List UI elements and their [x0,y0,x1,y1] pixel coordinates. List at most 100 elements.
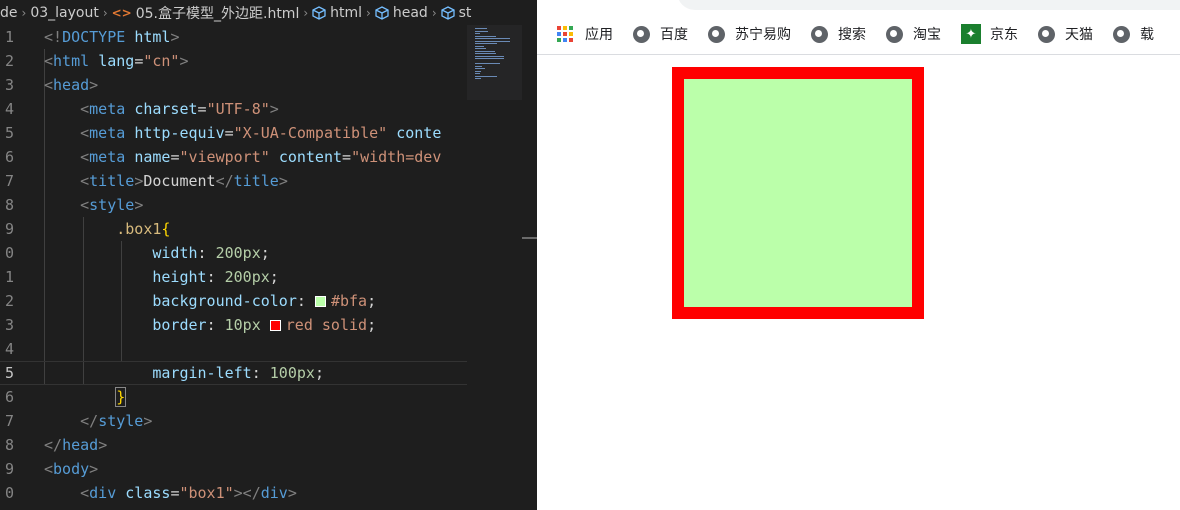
code-token: { [161,220,171,238]
code-line[interactable]: 8 <style> [0,193,467,217]
code-line[interactable]: 2 background-color: #bfa; [0,289,467,313]
line-text: <div class="box1"></div> [44,481,297,505]
line-number: 5 [4,364,14,382]
code-token: > [98,436,108,454]
code-line[interactable]: 1 </body> [0,505,467,510]
minimap-line [475,55,504,57]
code-token: http-equiv [134,124,225,142]
minimap-line [475,68,485,69]
breadcrumb-item[interactable]: <> 05.盒子模型_外边距.html [112,3,300,23]
breadcrumb-label: head [392,4,428,21]
code-token: > [287,484,297,502]
bookmark-item[interactable]: 淘宝 [886,14,941,54]
page-viewport [537,55,1180,510]
code-token: head [62,436,99,454]
code-line[interactable]: 1 <!DOCTYPE html> [0,25,467,49]
code-token: <! [44,28,63,46]
code-token: > [143,412,153,430]
code-token: < [80,148,90,166]
minimap-line [475,65,483,67]
line-text: <title>Document</title> [44,169,288,193]
code-line[interactable]: 5 <meta http-equiv="X-UA-Compatible" con… [0,121,467,145]
code-line[interactable]: 2 <html lang="cn"> [0,49,467,73]
breadcrumb-item[interactable]: html [312,5,362,21]
code-line[interactable]: 0 <div class="box1"></div> [0,481,467,505]
browser-toolbar [537,0,1180,14]
code-token: html [134,28,171,46]
minimap-line [475,35,496,37]
code-line[interactable]: 3 border: 10px red solid; [0,313,467,337]
minimap[interactable] [467,25,522,100]
breadcrumb-item[interactable]: de [0,5,18,21]
bookmark-label: 应用 [585,27,613,43]
color-swatch-icon[interactable] [314,296,326,307]
bookmark-item[interactable]: 苏宁易购 [708,14,791,54]
line-number: 3 [4,76,14,94]
breadcrumb-item[interactable]: 03_layout [30,5,99,21]
bookmark-label: 搜索 [838,27,866,43]
line-text: margin-left: 100px; [44,362,324,384]
line-number: 1 [0,505,14,510]
code-line[interactable]: 9 <body> [0,457,467,481]
code-line[interactable]: 1 height: 200px; [0,265,467,289]
scrollbar-marker [522,237,537,239]
bookmark-item[interactable]: 载 [1113,14,1154,54]
address-bar[interactable] [677,0,1180,10]
code-token: < [80,124,90,142]
line-text: </body> [44,505,107,510]
breadcrumb-label: 03_layout [30,4,99,21]
code-line[interactable]: 4 <meta charset="UTF-8"> [0,97,467,121]
code-token: "cn" [143,52,180,70]
code-token: > [278,172,288,190]
bookmark-item[interactable]: ✦ 京东 [961,14,1018,54]
breadcrumb-item[interactable]: head [375,5,428,21]
code-token: red solid [285,316,368,334]
bookmark-item[interactable]: 天猫 [1038,14,1093,54]
globe-icon [708,25,725,43]
bookmark-item[interactable]: 搜索 [811,14,866,54]
code-token: </ [80,412,99,430]
line-text: <meta http-equiv="X-UA-Compatible" conte [44,121,441,145]
code-line[interactable]: 0 width: 200px; [0,241,467,265]
code-line[interactable]: 8 </head> [0,433,467,457]
bookmark-item[interactable]: 百度 [633,14,688,54]
code-token: "UTF-8" [206,100,270,118]
line-text: height: 200px; [44,265,278,289]
code-line[interactable]: 6 } [0,385,467,409]
code-line[interactable]: 3 <head> [0,73,467,97]
line-text: .box1{ [44,217,170,241]
breadcrumb-label: de [0,4,18,21]
code-token: </ [44,436,63,454]
code-editor[interactable]: de › 03_layout › <> 05.盒子模型_外边距.html › html › hea… [0,0,537,510]
code-token: > [170,28,180,46]
code-area[interactable]: 1 <!DOCTYPE html> 2 <html lang="cn"> 3 <head>… [0,25,467,510]
code-token: : [197,244,216,262]
bookmark-item[interactable]: 应用 [557,14,613,54]
code-token: < [80,484,90,502]
code-token: margin-left [152,364,252,382]
line-text: <meta charset="UTF-8"> [44,97,279,121]
code-line[interactable]: 7 </style> [0,409,467,433]
bookmark-label: 苏宁易购 [735,27,791,43]
code-line[interactable]: 6 <meta name="viewport" content="width=d… [0,145,467,169]
line-number: 9 [4,220,14,238]
line-number: 1 [4,28,14,46]
code-line[interactable]: 9 .box1{ [0,217,467,241]
color-swatch-icon[interactable] [269,320,281,331]
code-token: name [134,148,171,166]
breadcrumb-separator-icon: › [431,5,437,20]
code-line[interactable]: 7 <title>Document</title> [0,169,467,193]
editor-scrollbar[interactable] [522,25,537,510]
code-line[interactable]: 4 [0,337,467,361]
breadcrumb-item[interactable]: st [440,5,471,21]
symbol-cube-icon [440,5,455,20]
code-line[interactable]: 5 margin-left: 100px; [0,361,467,385]
code-token: DOCTYPE [62,28,126,46]
